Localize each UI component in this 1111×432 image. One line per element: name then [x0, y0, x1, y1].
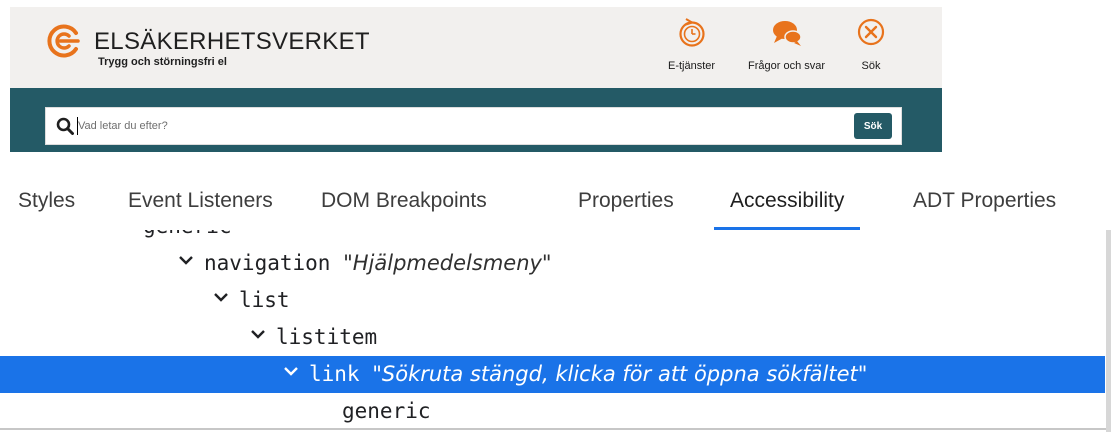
tree-node[interactable]: generic: [0, 230, 1111, 245]
chevron-down-icon[interactable]: [211, 282, 231, 319]
search-toggle-label: Sök: [861, 60, 881, 72]
tab-adt-properties[interactable]: ADT Properties: [897, 172, 1072, 230]
node-role: list: [239, 288, 290, 312]
timer-icon: [678, 18, 705, 47]
tab-styles[interactable]: Styles: [2, 172, 91, 230]
close-circle-icon: [857, 18, 885, 46]
chat-bubbles-icon: [772, 21, 802, 46]
accessibility-tree: generic navigation "Hjälpmedelsmeny" lis…: [0, 230, 1111, 432]
site-header: ELSÄKERHETSVERKET Trygg och störningsfri…: [10, 7, 942, 88]
node-role: link: [309, 362, 360, 386]
tree-node[interactable]: list: [0, 282, 1111, 319]
scrollbar[interactable]: [1106, 230, 1111, 432]
chevron-down-icon[interactable]: [176, 245, 196, 282]
search-input[interactable]: [78, 111, 828, 141]
devtools-tab-strip: Styles Event Listeners DOM Breakpoints P…: [0, 172, 1111, 230]
node-role: generic: [143, 230, 232, 245]
chevron-down-icon[interactable]: [281, 356, 301, 393]
tree-node[interactable]: listitem: [0, 319, 1111, 356]
elsakerhetsverket-logo-icon[interactable]: [47, 24, 81, 58]
divider: [0, 428, 1111, 430]
brand-tagline: Trygg och störningsfri el: [98, 56, 227, 68]
node-role: listitem: [276, 325, 378, 349]
tab-dom-breakpoints[interactable]: DOM Breakpoints: [305, 172, 503, 230]
tab-event-listeners[interactable]: Event Listeners: [112, 172, 289, 230]
tree-node[interactable]: generic: [0, 393, 1111, 430]
node-role: generic: [342, 399, 431, 423]
e-services-label: E-tjänster: [668, 60, 716, 72]
node-role: navigation: [204, 251, 331, 275]
tree-node[interactable]: navigation "Hjälpmedelsmeny": [0, 245, 1111, 282]
search-button[interactable]: Sök: [854, 113, 892, 139]
faq-link[interactable]: Frågor och svar: [748, 16, 825, 72]
node-name: "Sökruta stängd, klicka för att öppna sö…: [372, 362, 868, 386]
brand-name[interactable]: ELSÄKERHETSVERKET: [94, 30, 370, 54]
search-toggle-link[interactable]: Sök: [856, 16, 886, 72]
node-name: "Hjälpmedelsmeny": [343, 251, 552, 275]
tab-accessibility[interactable]: Accessibility: [714, 172, 861, 230]
e-services-link[interactable]: E-tjänster: [668, 16, 715, 72]
tree-node-selected[interactable]: link "Sökruta stängd, klicka för att öpp…: [0, 356, 1105, 393]
tab-properties[interactable]: Properties: [562, 172, 690, 230]
chevron-down-icon[interactable]: [248, 319, 268, 356]
faq-label: Frågor och svar: [748, 60, 826, 72]
search-icon: [56, 117, 74, 135]
search-box: Sök: [45, 107, 902, 145]
search-band: Sök: [10, 88, 942, 152]
